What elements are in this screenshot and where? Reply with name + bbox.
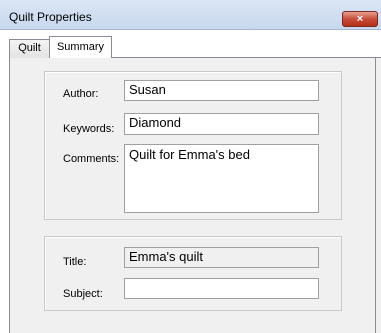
tab-summary[interactable]: Summary <box>49 36 112 58</box>
author-label: Author: <box>63 88 99 100</box>
keywords-label: Keywords: <box>63 123 115 135</box>
title-label: Title: <box>63 256 87 268</box>
panel-right-border <box>375 57 376 333</box>
subject-field[interactable] <box>124 278 319 299</box>
quilt-properties-window: Quilt Properties × Quilt Summary Author:… <box>0 0 381 333</box>
window-title: Quilt Properties <box>9 10 92 24</box>
comments-label: Comments: <box>63 153 120 165</box>
keywords-field[interactable]: Diamond <box>124 113 319 135</box>
comments-textarea[interactable]: Quilt for Emma's bed <box>124 144 319 213</box>
close-button[interactable]: × <box>342 11 378 27</box>
title-field[interactable]: Emma's quilt <box>124 247 319 268</box>
title-bar[interactable]: Quilt Properties × <box>0 0 381 30</box>
subject-label: Subject: <box>63 288 103 300</box>
author-field[interactable]: Susan <box>124 80 319 101</box>
close-icon: × <box>356 13 364 25</box>
tab-quilt[interactable]: Quilt <box>9 39 50 58</box>
